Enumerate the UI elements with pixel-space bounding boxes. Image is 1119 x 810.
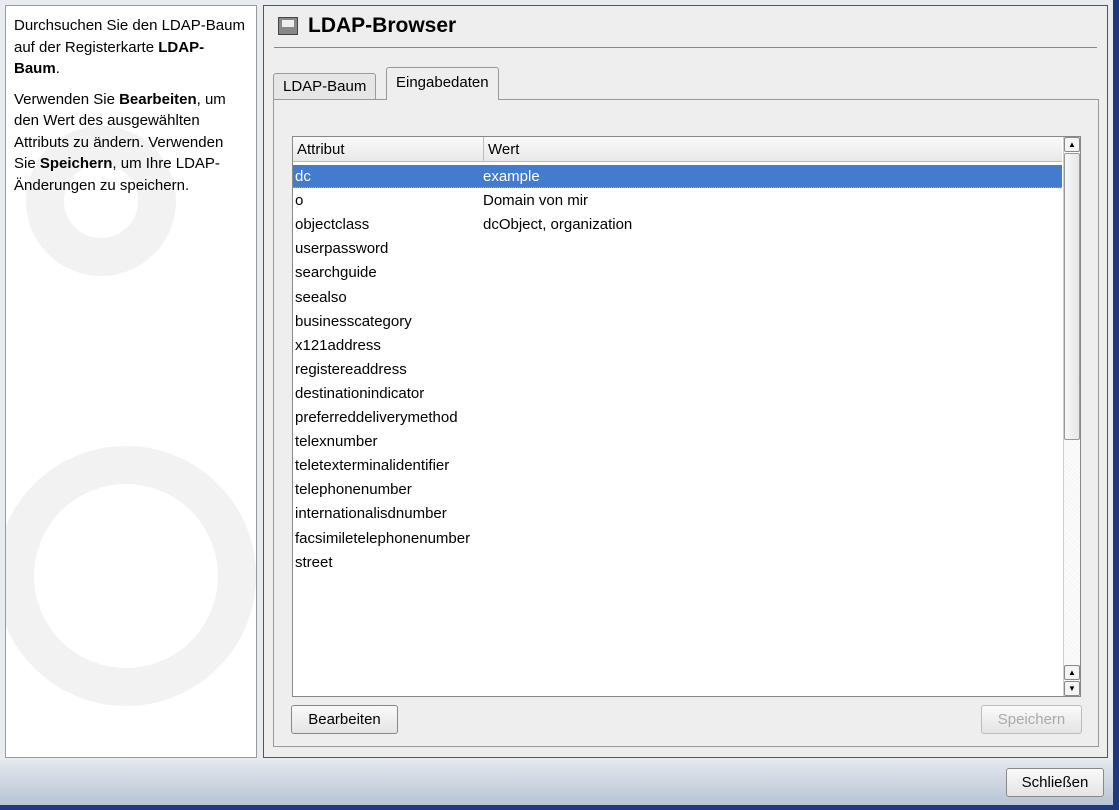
window-border	[1113, 0, 1119, 810]
scroll-up-icon[interactable]: ▲	[1064, 665, 1080, 680]
table-row[interactable]: street	[293, 551, 1062, 574]
table-row[interactable]: x121address	[293, 334, 1062, 357]
scroll-up-icon[interactable]: ▲	[1064, 137, 1080, 152]
help-panel: Durchsuchen Sie den LDAP-Baum auf der Re…	[5, 5, 257, 758]
value-cell: Domain von mir	[483, 192, 589, 210]
close-button[interactable]: Schließen	[1006, 768, 1104, 797]
ldap-browser-icon	[278, 17, 298, 35]
title-text: LDAP-Browser	[308, 14, 457, 37]
tab-eingabedaten[interactable]: Eingabedaten	[386, 67, 499, 100]
tab-ldap-baum[interactable]: LDAP-Baum	[273, 73, 377, 99]
attribute-cell: o	[295, 192, 304, 210]
attribute-cell: telephonenumber	[295, 481, 412, 499]
attribute-cell: dc	[295, 167, 311, 185]
help-text-2: Verwenden Sie Bearbeiten, um den Wert de…	[14, 90, 226, 194]
attribute-cell: searchguide	[295, 264, 377, 282]
table-header: Attribut Wert	[293, 137, 1062, 162]
edit-button[interactable]: Bearbeiten	[291, 705, 398, 734]
page-title: LDAP-Browser	[278, 14, 456, 38]
save-button[interactable]: Speichern	[981, 705, 1082, 734]
table-row[interactable]: objectclass dcObject, organization	[293, 213, 1062, 236]
value-cell: example	[483, 167, 540, 185]
main-panel: LDAP-Browser LDAP-Baum Eingabedaten Attr…	[263, 5, 1108, 758]
attribute-cell: objectclass	[295, 216, 370, 234]
attribute-cell: facsimiletelephonenumber	[295, 529, 471, 547]
attribute-cell: destinationindicator	[295, 384, 425, 402]
attribute-cell: teletexterminalidentifier	[295, 457, 450, 475]
attribute-cell: x121address	[295, 336, 381, 354]
bottom-bar	[0, 760, 1113, 805]
table-row[interactable]: o Domain von mir	[293, 189, 1062, 212]
attribute-cell: telexnumber	[295, 433, 378, 451]
attribute-cell: userpassword	[295, 240, 389, 258]
attribute-cell: seealso	[295, 288, 347, 306]
vertical-scrollbar[interactable]: ▲ ▲ ▼	[1063, 137, 1080, 696]
attribute-cell: preferreddeliverymethod	[295, 409, 458, 426]
table-row[interactable]: preferreddeliverymethod	[293, 406, 1062, 429]
table-row[interactable]: seealso	[293, 286, 1062, 309]
table-row[interactable]: destinationindicator	[293, 382, 1062, 405]
column-header-attribut[interactable]: Attribut	[293, 137, 484, 161]
table-row[interactable]: searchguide	[293, 261, 1062, 284]
scrollbar-thumb[interactable]	[1064, 153, 1080, 440]
attribute-table[interactable]: Attribut Wert dc example o Domain von mir ob…	[292, 136, 1081, 697]
table-row[interactable]: facsimiletelephonenumber	[293, 527, 1062, 550]
table-row[interactable]: teletexterminalidentifier	[293, 454, 1062, 477]
attribute-cell: internationalisdnumber	[295, 505, 447, 523]
table-row[interactable]: telephonenumber	[293, 478, 1062, 501]
divider	[274, 47, 1097, 48]
table-row[interactable]: registereaddress	[293, 358, 1062, 381]
value-cell: dcObject, organization	[483, 216, 633, 234]
table-row[interactable]: dc example	[293, 165, 1062, 188]
tab-panel: Attribut Wert dc example o Domain von mir ob…	[273, 99, 1099, 747]
attribute-cell: businesscategory	[295, 312, 412, 330]
help-text-1: Durchsuchen Sie den LDAP-Baum auf der Re…	[14, 17, 245, 77]
lifebuoy-watermark	[6, 446, 256, 706]
table-row[interactable]: internationalisdnumber	[293, 502, 1062, 525]
table-row[interactable]: businesscategory	[293, 310, 1062, 333]
attribute-cell: street	[295, 553, 333, 571]
window-border	[0, 805, 1119, 810]
table-row[interactable]: userpassword	[293, 237, 1062, 260]
table-row[interactable]: telexnumber	[293, 430, 1062, 453]
attribute-cell: registereaddress	[295, 360, 407, 378]
column-header-wert[interactable]: Wert	[484, 137, 1062, 161]
scroll-down-icon[interactable]: ▼	[1064, 681, 1080, 696]
